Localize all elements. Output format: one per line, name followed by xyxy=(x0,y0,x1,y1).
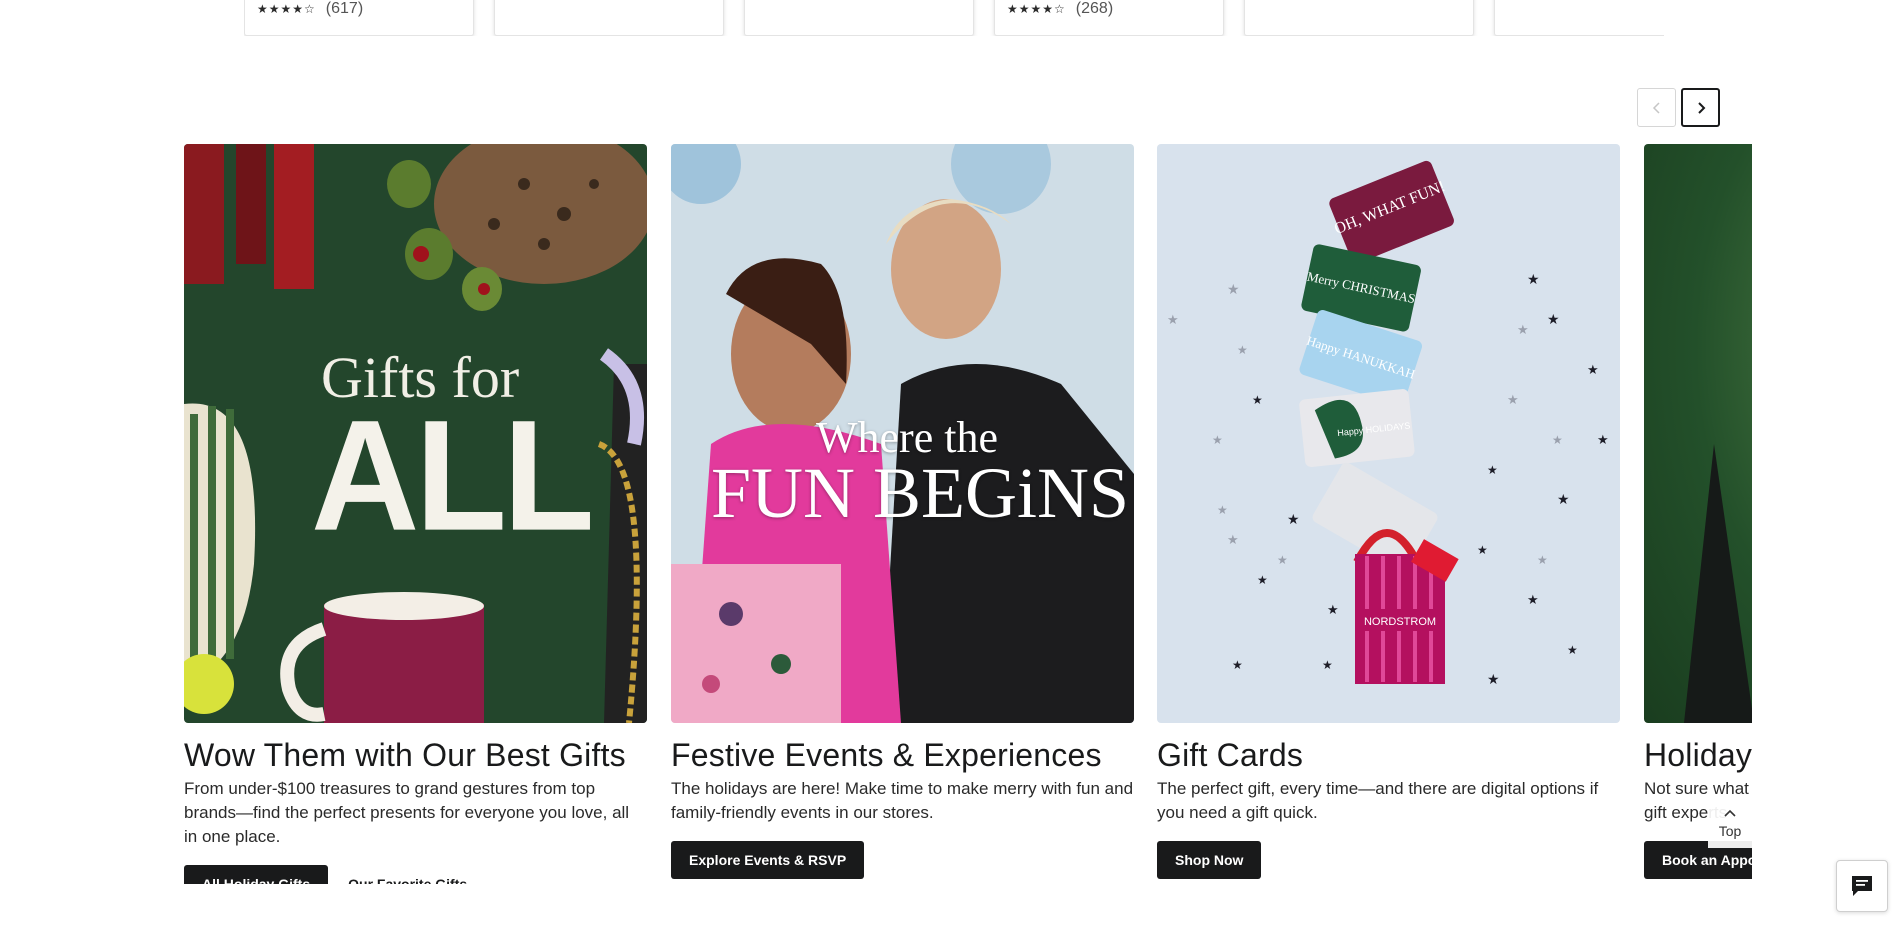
promo-cta-row: Explore Events & RSVP xyxy=(671,841,1134,879)
promo-image-holiday[interactable] xyxy=(1644,144,1752,723)
chevron-up-icon xyxy=(1724,809,1736,817)
svg-text:★: ★ xyxy=(1487,671,1500,687)
chat-icon xyxy=(1852,876,1872,896)
svg-text:★: ★ xyxy=(1257,573,1268,587)
promo-cta-row: All Holiday Gifts Our Favorite Gifts xyxy=(184,865,647,884)
product-card[interactable]: ★★★★☆ (617) xyxy=(244,0,474,36)
svg-text:★: ★ xyxy=(1507,392,1519,407)
rating-stars: ★★★★☆ xyxy=(257,2,316,16)
svg-text:★: ★ xyxy=(1167,312,1179,327)
svg-text:★: ★ xyxy=(1527,592,1539,607)
promo-tile-gifts: Gifts for ALL Wow Them with Our Best Gif… xyxy=(184,144,647,884)
svg-text:★: ★ xyxy=(1227,281,1240,297)
product-card[interactable] xyxy=(494,0,724,36)
rating-count: (268) xyxy=(1075,0,1114,17)
back-to-top-button[interactable]: Top xyxy=(1708,800,1752,848)
rating-count: (617) xyxy=(325,0,364,17)
holiday-photo-illustration xyxy=(1684,444,1752,723)
gift-cards-illustration: OH, WHAT FUN! Merry CHRISTMAS Happy HANU… xyxy=(1167,160,1609,687)
svg-text:★: ★ xyxy=(1552,433,1563,447)
promo-description: From under-$100 treasures to grand gestu… xyxy=(184,779,630,846)
svg-text:★: ★ xyxy=(1237,343,1248,357)
product-card[interactable] xyxy=(1494,0,1664,36)
promo-image-headline-large: FUN BEGiNS! xyxy=(711,453,1134,533)
promo-carousel: Gifts for ALL Wow Them with Our Best Gif… xyxy=(184,144,1752,884)
svg-text:★: ★ xyxy=(1287,511,1300,527)
svg-text:★: ★ xyxy=(1277,553,1288,567)
svg-text:★: ★ xyxy=(1322,658,1333,672)
svg-text:★: ★ xyxy=(1487,463,1498,477)
promo-title: Holiday G xyxy=(1644,737,1752,773)
product-card[interactable] xyxy=(744,0,974,36)
rating: ★★★★☆ (617) xyxy=(257,0,363,18)
promo-title: Gift Cards xyxy=(1157,737,1304,773)
promo-tile-gift-cards: OH, WHAT FUN! Merry CHRISTMAS Happy HANU… xyxy=(1157,144,1620,879)
shop-now-button[interactable]: Shop Now xyxy=(1157,841,1262,879)
svg-text:★: ★ xyxy=(1477,543,1488,557)
chat-button[interactable] xyxy=(1836,860,1888,912)
product-card[interactable]: ★★★★☆ (268) xyxy=(994,0,1224,36)
rating-stars: ★★★★☆ xyxy=(1007,2,1066,16)
carousel-nav xyxy=(1637,88,1720,127)
promo-tile-clip: Holiday G Not sure what t our gift exper… xyxy=(1644,144,1752,884)
svg-text:★: ★ xyxy=(1517,322,1529,337)
promo-tile-events: Where the FUN BEGiNS! Festive Events & E… xyxy=(671,144,1134,879)
svg-text:★: ★ xyxy=(1547,311,1560,327)
all-holiday-gifts-button[interactable]: All Holiday Gifts xyxy=(184,865,329,884)
svg-text:★: ★ xyxy=(1212,433,1223,447)
carousel-next-button[interactable] xyxy=(1681,88,1720,127)
svg-text:★: ★ xyxy=(1327,602,1339,617)
our-favorite-gifts-link[interactable]: Our Favorite Gifts xyxy=(348,876,467,884)
svg-text:NORDSTROM: NORDSTROM xyxy=(1364,616,1436,628)
promo-image-headline-large: ALL xyxy=(311,386,595,564)
explore-events-button[interactable]: Explore Events & RSVP xyxy=(671,841,865,879)
svg-text:★: ★ xyxy=(1557,491,1570,507)
svg-text:★: ★ xyxy=(1587,362,1599,377)
svg-text:★: ★ xyxy=(1232,658,1243,672)
svg-text:★: ★ xyxy=(1537,553,1548,567)
back-to-top-label: Top xyxy=(1718,823,1742,839)
rating: ★★★★☆ (268) xyxy=(1007,0,1113,18)
promo-image-gifts[interactable]: Gifts for ALL xyxy=(184,144,647,723)
promo-title: Festive Events & Experiences xyxy=(671,737,1102,773)
promo-cta-row: Shop Now xyxy=(1157,841,1620,879)
promo-tile-holiday: Holiday G Not sure what t our gift exper… xyxy=(1644,144,1752,879)
svg-text:★: ★ xyxy=(1567,643,1578,657)
promo-image-events[interactable]: Where the FUN BEGiNS! xyxy=(671,144,1134,723)
promo-description: The perfect gift, every time—and there a… xyxy=(1157,779,1599,822)
promo-title: Wow Them with Our Best Gifts xyxy=(184,737,626,773)
svg-text:★: ★ xyxy=(1252,393,1263,407)
product-card[interactable] xyxy=(1244,0,1474,36)
product-carousel-strip: ★★★★☆ (617) ★★★★☆ (268) xyxy=(244,0,1664,36)
svg-text:★: ★ xyxy=(1217,503,1228,517)
svg-text:★: ★ xyxy=(1527,271,1540,287)
promo-image-gift-cards[interactable]: OH, WHAT FUN! Merry CHRISTMAS Happy HANU… xyxy=(1157,144,1620,723)
carousel-prev-button[interactable] xyxy=(1637,88,1676,127)
svg-text:★: ★ xyxy=(1227,532,1239,547)
svg-text:★: ★ xyxy=(1597,432,1609,447)
promo-description: The holidays are here! Make time to make… xyxy=(671,779,1134,822)
chevron-right-icon xyxy=(1697,101,1705,114)
chevron-left-icon xyxy=(1652,101,1660,114)
